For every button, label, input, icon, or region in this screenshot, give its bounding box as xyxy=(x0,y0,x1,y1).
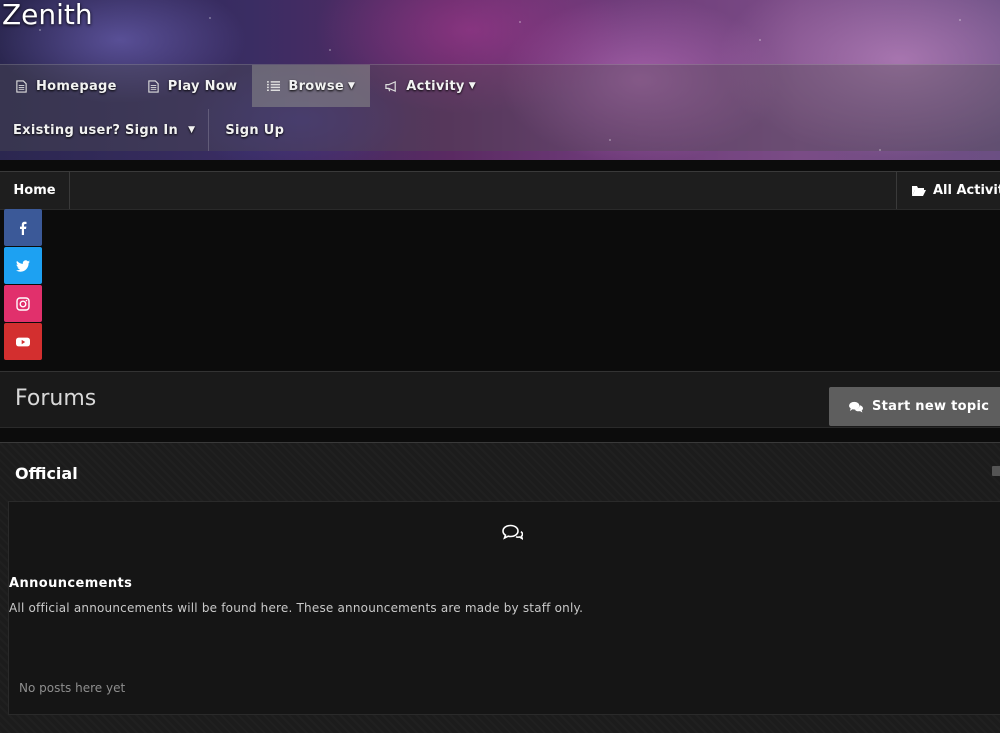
start-new-topic-button[interactable]: Start new topic xyxy=(829,387,1000,426)
facebook-button[interactable] xyxy=(4,209,42,246)
instagram-icon xyxy=(16,296,30,311)
nav-item-homepage[interactable]: Homepage xyxy=(0,65,132,107)
breadcrumb-home[interactable]: Home xyxy=(0,172,70,209)
forum-comments-icon xyxy=(502,524,523,541)
collapse-toggle[interactable] xyxy=(992,466,1000,476)
sign-up-label: Sign Up xyxy=(225,122,285,138)
page-title: Forums xyxy=(15,386,97,411)
all-activity-label: All Activity xyxy=(933,183,1000,198)
nav-item-label: Play Now xyxy=(167,78,238,94)
social-links xyxy=(4,209,42,361)
caret-down-icon: ▼ xyxy=(188,125,196,135)
facebook-icon xyxy=(20,221,27,235)
comments-icon xyxy=(849,401,863,413)
caret-down-icon: ▼ xyxy=(347,81,356,91)
forum-description: All official announcements will be found… xyxy=(9,601,584,615)
nav-item-label: Browse xyxy=(288,78,344,94)
forum-name-link[interactable]: Announcements xyxy=(9,576,132,591)
nav-item-label: Activity xyxy=(406,78,465,94)
document-icon xyxy=(148,79,159,93)
nav-item-browse[interactable]: Browse ▼ xyxy=(252,65,371,107)
sign-up-link[interactable]: Sign Up xyxy=(209,109,297,151)
instagram-button[interactable] xyxy=(4,285,42,322)
breadcrumb: Home All Activity xyxy=(0,171,1000,210)
site-title[interactable]: Zenith xyxy=(2,0,93,31)
header-banner: Zenith Homepage Play Now Browse ▼ Activi… xyxy=(0,0,1000,160)
youtube-icon xyxy=(16,337,30,346)
page-header: Forums Start new topic xyxy=(0,371,1000,428)
megaphone-icon xyxy=(385,80,397,92)
caret-down-icon: ▼ xyxy=(468,81,476,91)
forum-category: Official Announcements All official anno… xyxy=(0,442,1000,733)
folder-open-icon xyxy=(912,185,926,196)
twitter-icon xyxy=(16,259,30,272)
nav-primary: Homepage Play Now Browse ▼ Activity ▼ xyxy=(0,65,491,107)
all-activity-link[interactable]: All Activity xyxy=(896,172,1000,209)
sign-in-link[interactable]: Existing user? Sign In ▼ xyxy=(0,109,208,151)
main-navbar: Homepage Play Now Browse ▼ Activity ▼ Ex… xyxy=(0,64,1000,151)
forum-row: Announcements All official announcements… xyxy=(8,501,1000,715)
sign-in-label: Existing user? Sign In xyxy=(13,122,179,138)
nav-item-activity[interactable]: Activity ▼ xyxy=(370,65,491,107)
start-new-topic-label: Start new topic xyxy=(872,399,990,414)
nav-item-play-now[interactable]: Play Now xyxy=(132,65,253,107)
forum-stats: No posts here yet xyxy=(19,681,126,695)
twitter-button[interactable] xyxy=(4,247,42,284)
document-icon xyxy=(16,79,27,93)
nav-item-label: Homepage xyxy=(36,78,117,94)
list-icon xyxy=(267,80,281,91)
nav-divider xyxy=(208,109,210,151)
youtube-button[interactable] xyxy=(4,323,42,360)
category-title[interactable]: Official xyxy=(15,464,78,483)
nav-user: Existing user? Sign In ▼ Sign Up xyxy=(0,109,297,151)
